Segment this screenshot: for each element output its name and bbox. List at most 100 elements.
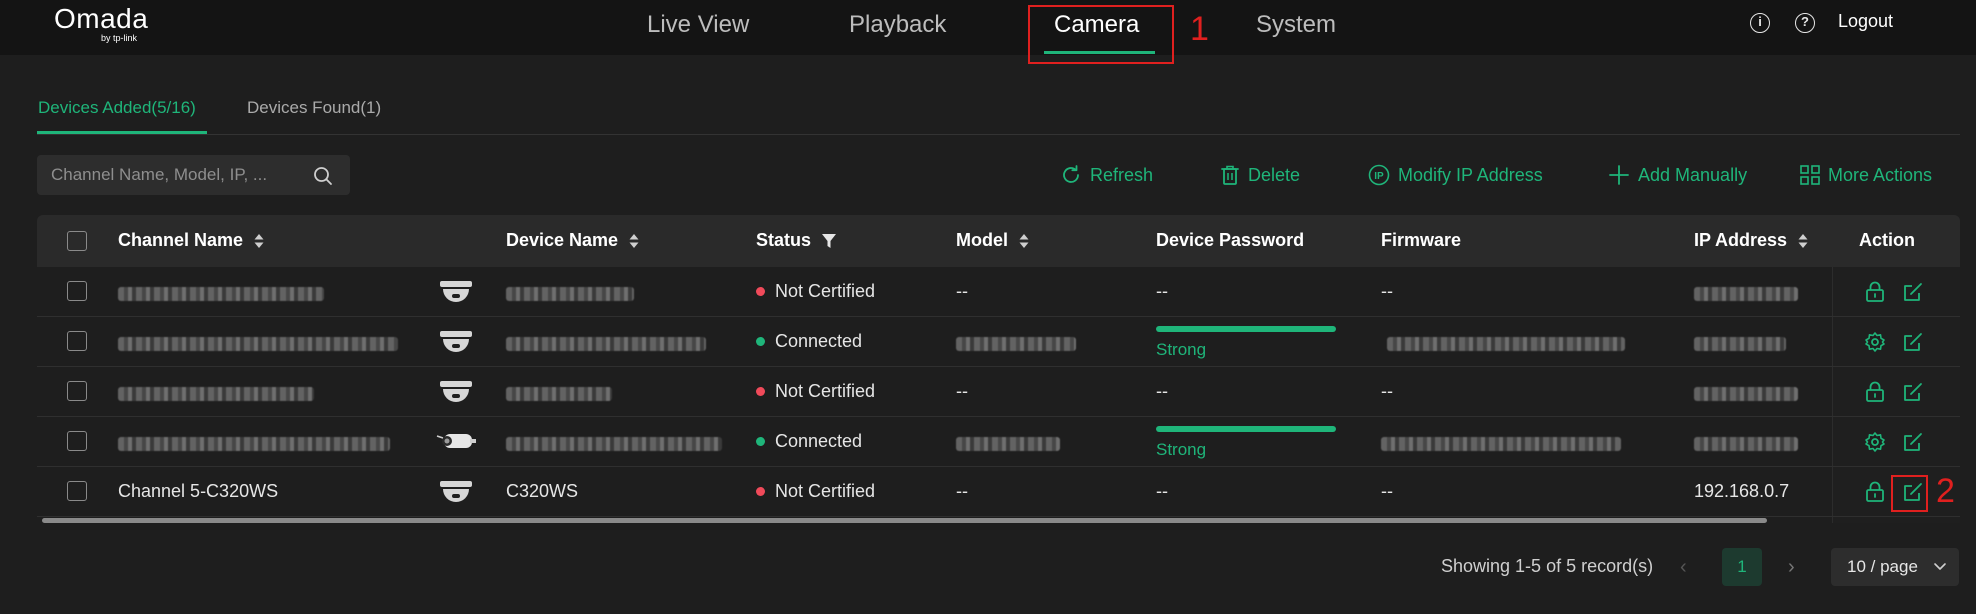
device-name-cell-redacted [506,335,706,356]
model-cell-redacted [956,335,1076,356]
subtab-divider [37,134,1960,135]
device-name-header-label: Device Name [506,230,619,250]
modify-ip-label: Modify IP Address [1398,164,1543,185]
filter-icon[interactable] [821,232,837,250]
delete-button[interactable]: Delete [1220,162,1300,188]
row-checkbox[interactable] [67,281,87,301]
logout-button[interactable]: Logout [1838,11,1893,32]
sort-icon[interactable] [628,232,640,250]
column-header-device-name[interactable]: Device Name [506,230,640,251]
select-all-checkbox[interactable] [67,231,87,251]
nav-live-view[interactable]: Live View [647,8,749,48]
firmware-cell-redacted [1387,335,1625,356]
lock-icon[interactable] [1865,481,1885,503]
password-cell: -- [1156,281,1168,301]
modify-ip-button[interactable]: IP Modify IP Address [1368,162,1543,188]
password-strength-bar [1156,326,1336,332]
horizontal-scrollbar[interactable] [42,518,1767,523]
password-strength-label: Strong [1156,340,1207,359]
model-cell: -- [956,281,968,301]
nav-system[interactable]: System [1256,8,1336,48]
tab-devices-found[interactable]: Devices Found(1) [247,98,381,118]
row-checkbox[interactable] [67,431,87,451]
device-name-cell-redacted [506,385,612,406]
edit-icon[interactable] [1902,331,1924,353]
column-header-status[interactable]: Status [756,230,837,251]
status-cell: Connected [756,431,862,452]
column-header-channel-name[interactable]: Channel Name [118,230,265,251]
status-text: Not Certified [775,481,876,501]
page-size-value: 10 / page [1847,557,1918,576]
refresh-button[interactable]: Refresh [1060,162,1153,188]
firmware-cell: -- [1381,281,1393,301]
device-name-cell-redacted [506,285,634,306]
dome-camera-icon [440,381,472,402]
omada-logo[interactable]: Omada by tp-link [54,4,158,44]
channel-name-cell-redacted [118,285,324,306]
search-box [37,155,350,195]
next-page-button[interactable]: › [1788,556,1795,579]
column-header-ip-address[interactable]: IP Address [1694,230,1809,251]
table-row[interactable]: Not Certified -- -- -- [37,267,1960,317]
page-number-button[interactable]: 1 [1722,548,1762,586]
table-row[interactable]: Not Certified -- -- -- [37,367,1960,417]
table-header: Channel Name Device Name Status Model De… [37,215,1960,267]
edit-icon[interactable] [1902,381,1924,403]
column-header-device-password: Device Password [1156,230,1304,251]
sort-icon[interactable] [1018,232,1030,250]
annotation-number-2: 2 [1936,472,1955,510]
row-checkbox[interactable] [67,331,87,351]
add-manually-button[interactable]: Add Manually [1608,162,1747,188]
model-header-label: Model [956,230,1008,250]
firmware-cell: -- [1381,381,1393,401]
tab-devices-added[interactable]: Devices Added(5/16) [38,98,196,118]
previous-page-button[interactable]: ‹ [1680,556,1687,579]
status-dot [756,337,765,346]
dome-camera-icon [440,281,472,302]
lock-icon[interactable] [1865,281,1885,303]
dome-camera-icon [440,331,472,352]
nav-playback[interactable]: Playback [849,8,946,48]
logo-subtitle: by tp-link [101,33,138,43]
column-header-firmware: Firmware [1381,230,1461,251]
status-dot [756,287,765,296]
device-name-cell-redacted [506,435,722,456]
firmware-cell-redacted [1381,435,1621,456]
annotation-number-1: 1 [1190,10,1209,48]
dome-camera-icon [440,481,472,502]
status-cell: Connected [756,331,862,352]
edit-icon[interactable] [1902,431,1924,453]
row-checkbox[interactable] [67,381,87,401]
password-strength-bar [1156,426,1336,432]
table-row[interactable]: Connected Strong [37,317,1960,367]
row-checkbox[interactable] [67,481,87,501]
channel-name-cell: Channel 5-C320WS [118,481,279,501]
search-icon[interactable] [313,166,333,186]
devices-table: Channel Name Device Name Status Model De… [37,215,1960,523]
column-header-model[interactable]: Model [956,230,1030,251]
ip-address-cell-redacted [1694,285,1798,306]
pagination-summary: Showing 1-5 of 5 record(s) [1441,556,1654,576]
more-actions-button[interactable]: More Actions [1800,162,1932,188]
gear-icon[interactable] [1864,431,1886,453]
page-size-select[interactable]: 10 / page [1831,548,1959,586]
table-row[interactable]: Channel 5-C320WS C320WS Not Certified --… [37,467,1960,517]
sort-icon[interactable] [253,232,265,250]
gear-icon[interactable] [1864,331,1886,353]
refresh-icon [1063,165,1079,183]
annotation-box-camera [1028,5,1174,64]
status-cell: Not Certified [756,381,875,402]
plus-icon [1609,165,1629,185]
table-row[interactable]: Connected Strong [37,417,1960,467]
info-icon[interactable]: i [1750,13,1770,33]
ip-address-cell: 192.168.0.7 [1694,481,1790,501]
channel-name-cell-redacted [118,435,390,456]
edit-icon[interactable] [1902,281,1924,303]
password-strength-label: Strong [1156,440,1207,459]
search-input[interactable] [51,164,301,186]
password-cell: -- [1156,481,1168,501]
device-name-cell: C320WS [506,481,579,501]
sort-icon[interactable] [1797,232,1809,250]
help-icon[interactable]: ? [1795,13,1815,33]
lock-icon[interactable] [1865,381,1885,403]
